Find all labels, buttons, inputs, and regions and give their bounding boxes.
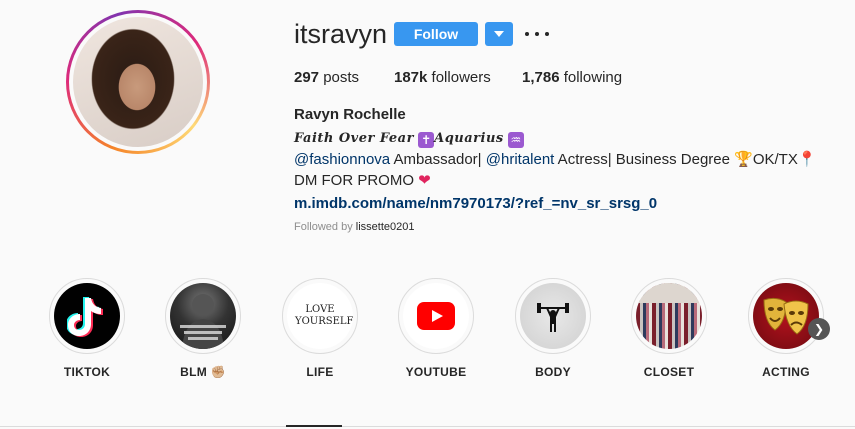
tiktok-icon xyxy=(67,297,103,337)
highlight-label: CLOSET xyxy=(643,365,695,379)
bio-link[interactable]: m.imdb.com/name/nm7970173/?ref_=nv_sr_sr… xyxy=(294,193,834,214)
follow-button[interactable]: Follow xyxy=(394,22,478,46)
bio-faith-text: Faith Over Fear xyxy=(294,131,414,146)
weightlifter-icon xyxy=(537,303,569,332)
suggested-accounts-button[interactable] xyxy=(485,22,513,46)
bio-text: Actress| Business Degree xyxy=(554,151,735,168)
highlight-label: YOUTUBE xyxy=(405,365,467,379)
bio-aquarius-text: Aquarius xyxy=(434,131,504,146)
portrait-graphic xyxy=(180,294,226,349)
highlight-blm[interactable]: BLM ✊🏼 xyxy=(153,278,253,379)
pin-icon: 📍 xyxy=(797,151,817,168)
highlight-body[interactable]: BODY xyxy=(503,278,603,379)
bio-text: Ambassador| xyxy=(390,151,486,168)
posts-stat: 297 posts xyxy=(294,69,360,86)
tab-divider xyxy=(0,426,855,427)
following-stat[interactable]: 1,786 following xyxy=(522,69,622,86)
drama-masks-icon xyxy=(763,297,809,335)
more-options-icon[interactable] xyxy=(525,26,549,42)
blm-image xyxy=(170,283,236,349)
avatar-photo xyxy=(73,17,203,147)
highlight-label: BLM ✊🏼 xyxy=(180,365,226,379)
highlight-label: LIFE xyxy=(306,365,334,379)
mention-fashionnova[interactable]: @fashionnova xyxy=(294,151,390,168)
profile-avatar[interactable] xyxy=(66,10,210,154)
highlight-label: BODY xyxy=(535,365,571,379)
highlight-label: TIKTOK xyxy=(63,365,111,379)
chevron-right-icon[interactable]: ❯ xyxy=(808,318,830,340)
aquarius-icon: ♒ xyxy=(507,132,524,148)
highlight-youtube[interactable]: YOUTUBE xyxy=(386,278,486,379)
closet-image xyxy=(636,283,702,349)
cross-icon: ✝ xyxy=(418,132,435,148)
heart-icon: ❤ xyxy=(418,172,431,189)
bio-text: DM FOR PROMO xyxy=(294,172,419,189)
love-yourself-text: LOVE YOURSELF xyxy=(295,304,353,327)
username: itsravyn xyxy=(294,19,388,49)
followers-stat[interactable]: 187k followers xyxy=(394,69,491,86)
highlight-label: ACTING xyxy=(762,365,810,379)
trophy-icon: 🏆 xyxy=(734,151,753,168)
bio-text: OK/TX xyxy=(752,151,798,168)
chevron-down-icon xyxy=(494,31,504,37)
active-tab-indicator xyxy=(286,425,342,427)
highlight-life[interactable]: LOVE YOURSELF LIFE xyxy=(270,278,370,379)
highlight-closet[interactable]: CLOSET xyxy=(619,278,719,379)
followed-by[interactable]: Followed by lissette0201 xyxy=(294,221,414,233)
mention-hritalent[interactable]: @hritalent xyxy=(486,151,555,168)
profile-bio: Faith Over Fear ✝ Aquarius ♒ @fashionnova… xyxy=(294,127,834,214)
love-yourself-image: LOVE YOURSELF xyxy=(287,283,353,349)
full-name: Ravyn Rochelle xyxy=(294,106,406,123)
story-highlights: TIKTOK BLM ✊🏼 LOVEYOURSELF LIFE YOUTUBE xyxy=(0,278,855,388)
youtube-icon xyxy=(417,302,455,330)
highlight-tiktok[interactable]: TIKTOK xyxy=(37,278,137,379)
